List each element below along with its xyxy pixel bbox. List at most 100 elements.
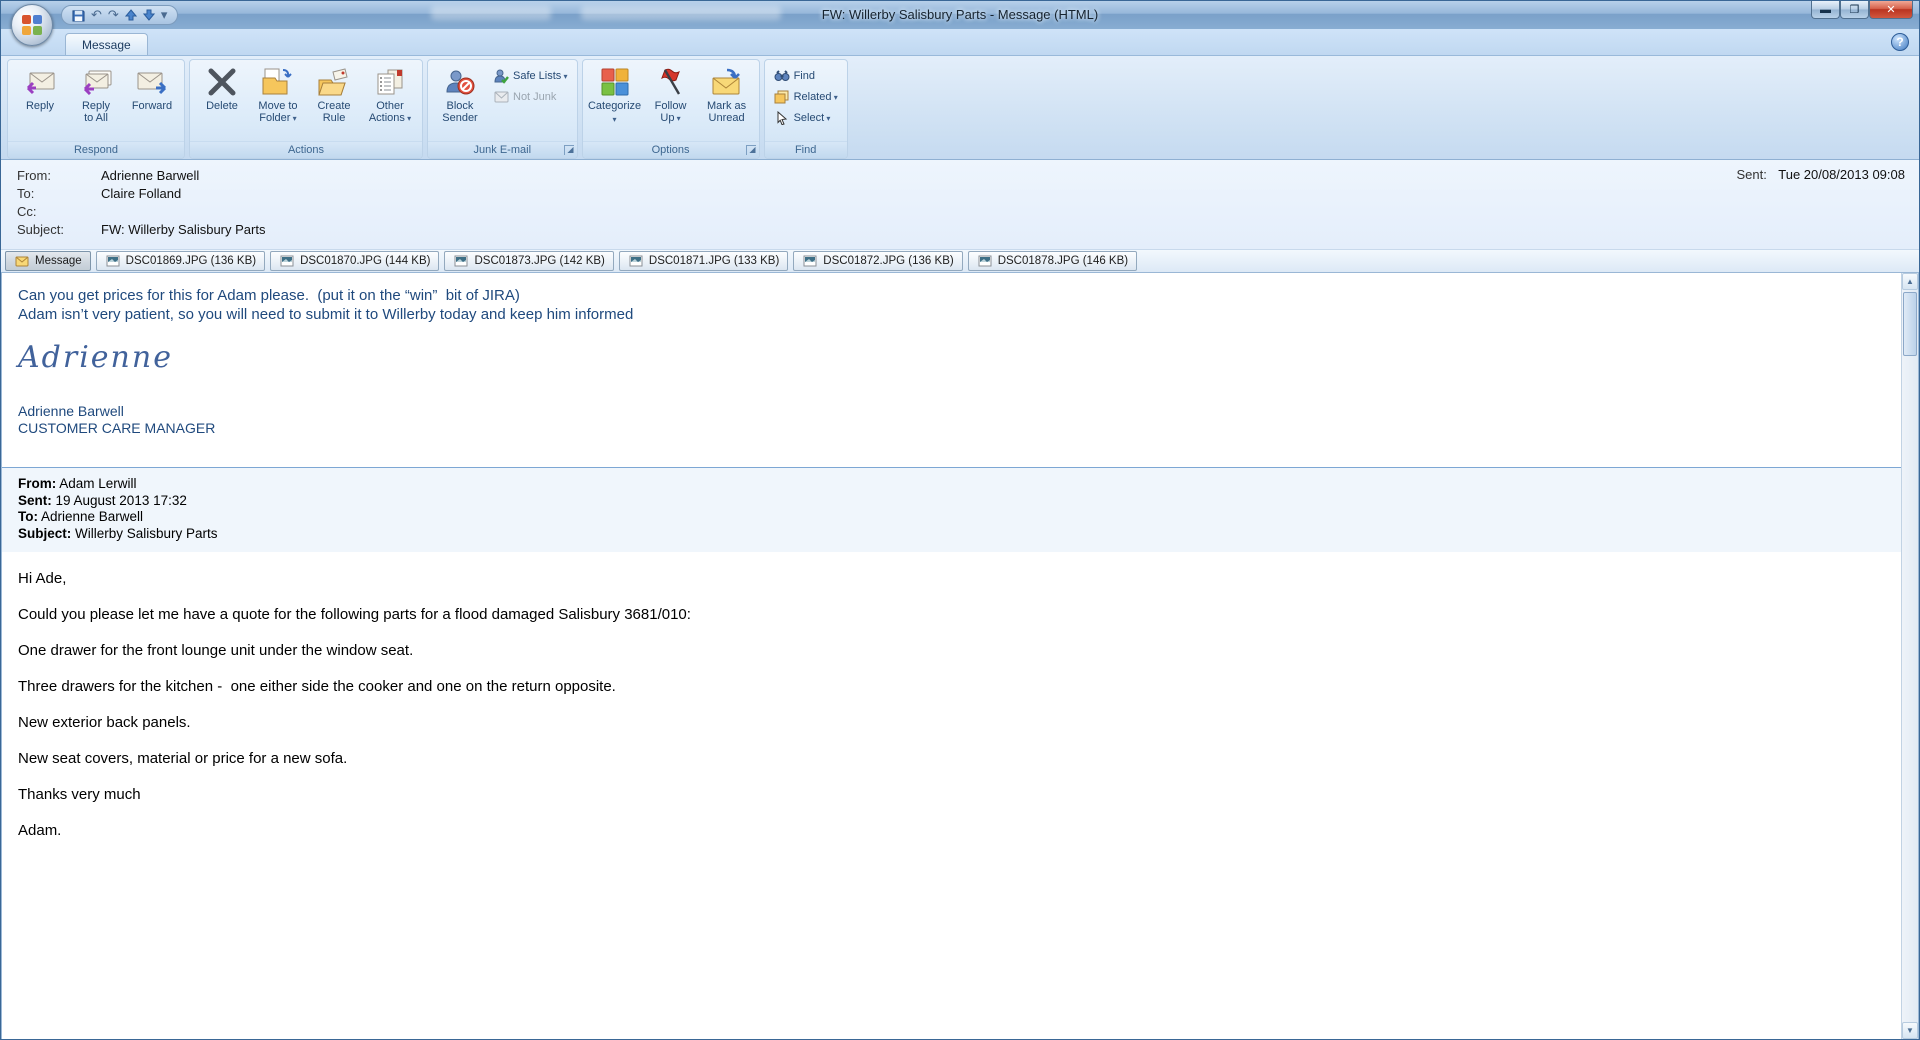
group-label-respond: Respond <box>8 141 184 158</box>
cc-row: Cc: <box>17 203 1907 221</box>
message-window: ↶ ↷ ▾ FW: Willerby Salisbury Parts - Mes… <box>0 0 1920 1040</box>
related-icon <box>774 89 790 105</box>
other-actions-icon <box>373 66 407 98</box>
attachment-tab-file[interactable]: DSC01869.JPG (136 KB) <box>95 251 266 271</box>
tab-message[interactable]: Message <box>65 33 148 55</box>
mark-as-unread-button[interactable]: Mark as Unread <box>700 63 754 140</box>
signature-title: CUSTOMER CARE MANAGER <box>18 420 216 436</box>
group-label-options: Options ◢ <box>582 141 759 158</box>
attachment-tab-file[interactable]: DSC01873.JPG (142 KB) <box>444 251 614 271</box>
group-label-actions: Actions <box>190 141 422 158</box>
office-button[interactable] <box>11 4 53 46</box>
reply-to-all-button[interactable]: Reply to All <box>69 63 123 140</box>
ribbon-tab-row: Message ? <box>1 29 1919 56</box>
safe-lists-button[interactable]: Safe Lists <box>489 67 572 85</box>
signature-name: Adrienne Barwell <box>18 403 124 419</box>
follow-up-button[interactable]: Follow Up <box>644 63 698 140</box>
reply-icon <box>23 66 57 98</box>
create-rule-button[interactable]: Create Rule <box>307 63 361 140</box>
forward-icon <box>135 66 169 98</box>
intro-line: Adam isn’t very patient, so you will nee… <box>18 306 634 323</box>
delete-button[interactable]: Delete <box>195 63 249 140</box>
minimize-button[interactable]: ▬ <box>1811 1 1840 19</box>
body-paragraph: Thanks very much <box>18 786 141 803</box>
subject-value: FW: Willerby Salisbury Parts <box>101 222 266 237</box>
attachment-tab-file[interactable]: DSC01878.JPG (146 KB) <box>967 251 1138 271</box>
window-title: FW: Willerby Salisbury Parts - Message (… <box>821 7 1099 22</box>
safe-lists-icon <box>493 68 509 84</box>
scrollbar-track[interactable] <box>1902 290 1918 1022</box>
to-value: Claire Folland <box>101 186 182 201</box>
image-file-icon <box>628 253 644 269</box>
message-header: From: Adrienne Barwell To: Claire Follan… <box>1 160 1919 249</box>
group-actions: Delete Move to Folder Create Rule <box>189 59 423 159</box>
cc-label: Cc: <box>17 204 37 219</box>
reply-button[interactable]: Reply <box>13 63 67 140</box>
select-icon <box>774 110 790 126</box>
quoted-subject: Subject: Willerby Salisbury Parts <box>18 525 218 541</box>
quoted-to: To: Adrienne Barwell <box>18 509 144 524</box>
window-controls: ▬ ❐ ✕ <box>1811 1 1913 19</box>
image-file-icon <box>802 253 818 269</box>
forward-button[interactable]: Forward <box>125 63 179 140</box>
signature-script: Adrienne <box>18 340 173 375</box>
image-file-icon <box>105 253 121 269</box>
message-body-area: Can you get prices for this for Adam ple… <box>1 273 1919 1039</box>
move-to-folder-button[interactable]: Move to Folder <box>251 63 305 140</box>
find-button[interactable]: Find <box>770 67 842 85</box>
from-label: From: <box>17 168 51 183</box>
office-logo-icon <box>22 15 42 35</box>
quoted-header: From: Adam Lerwill Sent: 19 August 2013 … <box>2 467 1901 552</box>
scroll-down-icon[interactable]: ▼ <box>1902 1022 1918 1039</box>
from-value: Adrienne Barwell <box>101 168 200 183</box>
attachment-tab-file[interactable]: DSC01872.JPG (136 KB) <box>793 251 963 271</box>
options-dialog-launcher-icon[interactable]: ◢ <box>745 145 756 155</box>
close-button[interactable]: ✕ <box>1869 1 1913 19</box>
create-rule-icon <box>317 66 351 98</box>
related-button[interactable]: Related <box>770 88 842 106</box>
group-find: Find Related Select <box>763 59 848 159</box>
attachment-tab-file[interactable]: DSC01870.JPG (144 KB) <box>270 251 440 271</box>
from-row: From: Adrienne Barwell <box>17 167 1907 185</box>
maximize-button[interactable]: ❐ <box>1840 1 1869 19</box>
scrollbar-thumb[interactable] <box>1903 292 1917 356</box>
vertical-scrollbar[interactable]: ▲ ▼ <box>1901 273 1918 1039</box>
message-icon <box>14 253 30 269</box>
help-icon[interactable]: ? <box>1891 33 1909 51</box>
group-options: Categorize Follow Up Mark as Unread Opti… <box>581 59 760 159</box>
body-paragraph: Hi Ade, <box>18 570 67 587</box>
find-icon <box>774 68 790 84</box>
sent-value: Tue 20/08/2013 09:08 <box>1778 167 1905 182</box>
sent-label: Sent: <box>1736 167 1767 182</box>
select-button[interactable]: Select <box>770 109 842 127</box>
email-body[interactable]: Can you get prices for this for Adam ple… <box>2 273 1901 1039</box>
signature-block: Adrienne Barwell CUSTOMER CARE MANAGER <box>18 403 1877 437</box>
block-sender-button[interactable]: Block Sender <box>433 63 487 140</box>
quoted-from: From: Adam Lerwill <box>18 476 137 491</box>
scroll-up-icon[interactable]: ▲ <box>1902 273 1918 290</box>
intro-line: Can you get prices for this for Adam ple… <box>18 287 520 304</box>
quoted-sent: Sent: 19 August 2013 17:32 <box>18 492 187 508</box>
junk-dialog-launcher-icon[interactable]: ◢ <box>563 145 574 155</box>
move-to-folder-icon <box>261 66 295 98</box>
block-sender-icon <box>443 66 477 98</box>
attachment-tab-message[interactable]: Message <box>5 251 91 271</box>
image-file-icon <box>977 253 993 269</box>
not-junk-button: Not Junk <box>489 88 572 106</box>
body-paragraph: Adam. <box>18 822 62 839</box>
image-file-icon <box>453 253 469 269</box>
subject-label: Subject: <box>17 222 64 237</box>
group-junk: Block Sender Safe Lists Not Junk <box>427 59 578 159</box>
reply-all-icon <box>79 66 113 98</box>
other-actions-button[interactable]: Other Actions <box>363 63 417 140</box>
categorize-button[interactable]: Categorize <box>588 63 642 140</box>
attachment-tab-file[interactable]: DSC01871.JPG (133 KB) <box>618 251 789 271</box>
subject-row: Subject: FW: Willerby Salisbury Parts <box>17 221 1907 239</box>
ribbon: Reply Reply to All Forward Respond Delet… <box>1 56 1919 160</box>
group-label-junk: Junk E-mail ◢ <box>428 141 577 158</box>
categorize-icon <box>598 66 632 98</box>
to-label: To: <box>17 186 35 201</box>
body-paragraph: Three drawers for the kitchen - one eith… <box>18 678 616 695</box>
sent-row: Sent: Tue 20/08/2013 09:08 <box>1737 167 1906 182</box>
delete-icon <box>205 66 239 98</box>
